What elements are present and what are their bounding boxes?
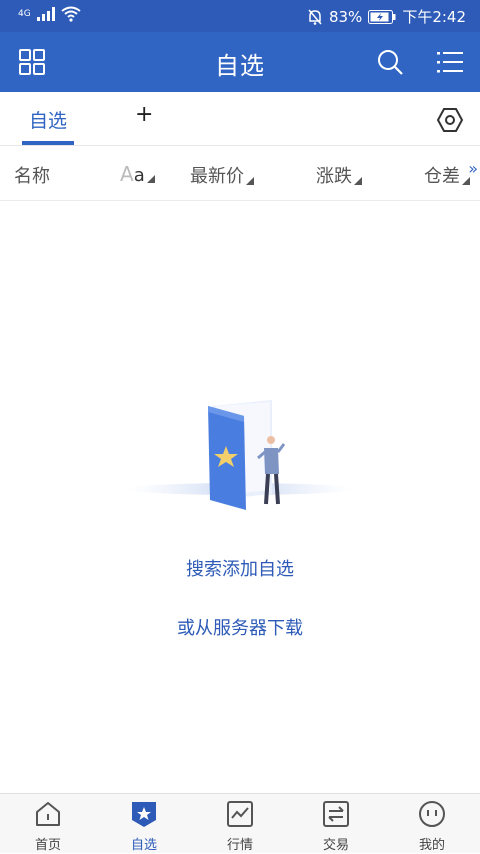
tab-watchlist[interactable]: 自选 [22, 106, 74, 133]
font-toggle-small: a [133, 165, 145, 186]
column-position-diff[interactable]: 仓差 [424, 162, 470, 188]
column-header-row: 名称 Aa 最新价 涨跌 仓差 » [0, 147, 480, 201]
column-change[interactable]: 涨跌 [316, 162, 362, 188]
market-chart-icon [227, 801, 253, 827]
nav-market[interactable]: 行情 [192, 794, 288, 854]
app-bar: 自选 [0, 32, 480, 92]
sort-triangle-icon [246, 177, 254, 185]
column-change-label: 涨跌 [316, 166, 352, 187]
battery-icon [368, 9, 396, 24]
column-latest-price-label: 最新价 [190, 166, 244, 187]
settings-hexagon-icon[interactable] [436, 106, 464, 134]
more-columns-icon[interactable]: » [468, 159, 478, 178]
network-type: 4G [18, 9, 31, 19]
tab-active-indicator [22, 141, 74, 145]
sort-triangle-icon [146, 175, 155, 183]
sort-triangle-icon [462, 177, 470, 185]
column-font-toggle[interactable]: Aa [120, 162, 155, 186]
nav-profile-label: 我的 [418, 838, 445, 853]
nav-trade[interactable]: 交易 [288, 794, 384, 854]
column-position-diff-label: 仓差 [424, 166, 460, 187]
sort-triangle-icon [354, 177, 362, 185]
nav-home-label: 首页 [34, 838, 61, 853]
column-name[interactable]: 名称 [14, 162, 50, 188]
add-tab-button[interactable]: + [135, 102, 153, 127]
watchlist-icon [132, 802, 156, 827]
nav-profile[interactable]: 我的 [384, 794, 480, 854]
nav-home[interactable]: 首页 [0, 794, 96, 854]
status-left: 4G [18, 6, 81, 22]
list-menu-icon[interactable] [436, 48, 464, 76]
download-from-server-link[interactable]: 或从服务器下载 [0, 614, 480, 640]
watchlist-tabs: 自选 + [0, 92, 480, 146]
status-right: 83% 下午2:42 [307, 6, 466, 27]
mute-bell-icon [308, 9, 322, 25]
search-icon[interactable] [376, 48, 404, 76]
font-toggle-big: A [120, 162, 134, 186]
search-add-link[interactable]: 搜索添加自选 [0, 555, 480, 581]
column-name-label: 名称 [14, 166, 50, 187]
column-latest-price[interactable]: 最新价 [190, 162, 254, 188]
nav-watchlist[interactable]: 自选 [96, 794, 192, 854]
empty-watchlist-illustration [128, 400, 352, 510]
nav-trade-label: 交易 [322, 838, 349, 853]
trade-exchange-icon [323, 801, 349, 827]
signal-icon [36, 7, 55, 21]
battery-percent: 83% [328, 7, 363, 26]
page-title: 自选 [215, 52, 265, 80]
status-bar: 4G 83% 下午2:42 [0, 0, 480, 32]
profile-icon [419, 801, 445, 827]
nav-watchlist-label: 自选 [130, 838, 157, 853]
clock: 下午2:42 [402, 8, 466, 26]
bottom-nav: 首页 自选 行情 交易 我的 [0, 793, 480, 853]
nav-market-label: 行情 [226, 838, 253, 853]
home-icon [36, 802, 60, 826]
wifi-icon [61, 6, 81, 22]
